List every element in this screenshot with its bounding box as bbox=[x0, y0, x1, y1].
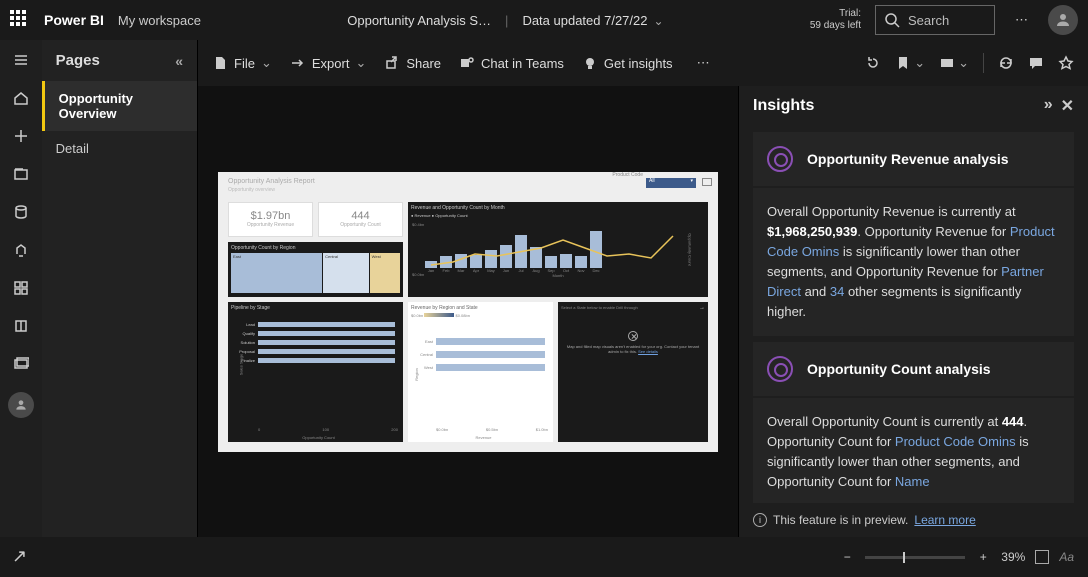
trial-status: Trial: 59 days left bbox=[810, 8, 861, 32]
person-icon bbox=[14, 398, 28, 412]
pages-pane: Pages « Opportunity Overview Detail bbox=[42, 40, 198, 537]
learn-icon[interactable] bbox=[11, 316, 31, 336]
report-subtitle: Opportunity overview bbox=[228, 187, 275, 193]
page-item-overview[interactable]: Opportunity Overview bbox=[42, 81, 197, 131]
bookmark-icon[interactable] bbox=[895, 55, 911, 71]
info-icon: i bbox=[753, 513, 767, 527]
filter-label: Product Code bbox=[612, 172, 643, 178]
data-updated-dropdown[interactable]: Data updated 7/27/22 bbox=[522, 13, 663, 28]
search-input[interactable]: Search bbox=[875, 5, 995, 35]
browse-icon[interactable] bbox=[11, 164, 31, 184]
view-icon[interactable] bbox=[939, 55, 955, 71]
zoom-in-button[interactable]: + bbox=[975, 550, 991, 564]
learn-more-link[interactable]: Learn more bbox=[914, 513, 975, 527]
collapse-pane-icon[interactable]: « bbox=[175, 53, 183, 69]
report-title-text: Opportunity Analysis Report bbox=[228, 178, 315, 185]
get-insights-button[interactable]: Get insights bbox=[582, 55, 673, 71]
expand-nav-icon[interactable]: ↗ bbox=[12, 546, 27, 567]
separator: | bbox=[505, 13, 508, 28]
insight-card-header[interactable]: Opportunity Count analysis bbox=[753, 342, 1074, 396]
favorite-icon[interactable] bbox=[1058, 55, 1074, 71]
count-card[interactable]: 444 Opportunity Count bbox=[318, 202, 403, 237]
apps-icon[interactable] bbox=[11, 278, 31, 298]
see-details-link[interactable]: See details bbox=[638, 349, 658, 354]
comment-visual-icon[interactable] bbox=[702, 178, 712, 186]
zoom-level: 39% bbox=[1001, 550, 1025, 564]
workspace-link[interactable]: My workspace bbox=[118, 13, 201, 28]
arrow-right-icon: → bbox=[699, 305, 705, 311]
pages-title: Pages bbox=[56, 52, 100, 69]
search-placeholder: Search bbox=[908, 13, 949, 28]
target-icon bbox=[767, 356, 793, 382]
export-menu[interactable]: Export⌄ bbox=[290, 55, 366, 71]
user-avatar[interactable] bbox=[1048, 5, 1078, 35]
file-icon bbox=[212, 55, 228, 71]
teams-icon bbox=[459, 55, 475, 71]
refresh-icon[interactable] bbox=[998, 55, 1014, 71]
export-icon bbox=[290, 55, 306, 71]
report-toolbar: File⌄ Export⌄ Share Chat in Teams Get in… bbox=[198, 40, 1088, 86]
create-icon[interactable] bbox=[11, 126, 31, 146]
close-insights-icon[interactable]: ✕ bbox=[1061, 96, 1074, 116]
reset-icon[interactable] bbox=[865, 55, 881, 71]
data-hub-icon[interactable] bbox=[11, 202, 31, 222]
status-bar: − + 39% Aa bbox=[0, 537, 1088, 577]
collapse-insights-icon[interactable]: » bbox=[1044, 96, 1053, 116]
product-code-slicer[interactable]: All▾ bbox=[646, 178, 696, 188]
insights-title: Insights bbox=[753, 97, 814, 115]
search-icon bbox=[884, 12, 900, 28]
preview-text: This feature is in preview. bbox=[773, 513, 908, 527]
workspaces-icon[interactable] bbox=[11, 354, 31, 374]
lightbulb-icon bbox=[582, 55, 598, 71]
insight-link[interactable]: 34 bbox=[830, 284, 844, 299]
bookmark-dropdown[interactable]: ⌄ bbox=[914, 55, 925, 71]
fit-to-page-button[interactable] bbox=[1035, 550, 1049, 564]
zoom-out-button[interactable]: − bbox=[839, 550, 855, 564]
pipeline-visual[interactable]: Pipeline by Stage Sales Stage Lead Quali… bbox=[228, 302, 403, 442]
insight-card-header[interactable]: Opportunity Revenue analysis bbox=[753, 132, 1074, 186]
brand-label: Power BI bbox=[44, 12, 104, 28]
app-launcher-icon[interactable] bbox=[10, 10, 30, 30]
nav-rail bbox=[0, 40, 42, 537]
region-revenue-visual[interactable]: Revenue by Region and State $0.0bn $0.08… bbox=[408, 302, 553, 442]
toolbar-more-button[interactable]: ⋯ bbox=[691, 55, 716, 71]
person-icon bbox=[1054, 11, 1072, 29]
zoom-slider[interactable] bbox=[865, 556, 965, 559]
home-icon[interactable] bbox=[11, 88, 31, 108]
revenue-card[interactable]: $1.97bn Opportunity Revenue bbox=[228, 202, 313, 237]
monthly-chart-visual[interactable]: Revenue and Opportunity Count by Month ●… bbox=[408, 202, 708, 297]
accessibility-icon[interactable]: Aa bbox=[1059, 550, 1074, 564]
menu-icon[interactable] bbox=[11, 50, 31, 70]
view-dropdown[interactable]: ⌄ bbox=[958, 55, 969, 71]
more-options-button[interactable]: ⋯ bbox=[1009, 12, 1034, 28]
insight-link[interactable]: Product Code Omins bbox=[895, 434, 1016, 449]
map-visual[interactable]: Select a State below to enable Drill thr… bbox=[558, 302, 708, 442]
chat-teams-button[interactable]: Chat in Teams bbox=[459, 55, 564, 71]
insight-link[interactable]: Name bbox=[895, 474, 930, 489]
report-canvas: Opportunity Analysis Report Opportunity … bbox=[218, 172, 718, 452]
target-icon bbox=[767, 146, 793, 172]
treemap-visual[interactable]: Opportunity Count by Region East Central… bbox=[228, 242, 403, 297]
insight-card-body: Overall Opportunity Count is currently a… bbox=[753, 398, 1074, 503]
insights-pane: Insights » ✕ Opportunity Revenue analysi… bbox=[738, 86, 1088, 537]
share-button[interactable]: Share bbox=[384, 55, 441, 71]
page-item-detail[interactable]: Detail bbox=[42, 131, 197, 166]
report-canvas-area[interactable]: Opportunity Analysis Report Opportunity … bbox=[198, 86, 738, 537]
error-icon bbox=[628, 331, 638, 341]
report-title[interactable]: Opportunity Analysis S… bbox=[347, 13, 491, 28]
insight-card-body: Overall Opportunity Revenue is currently… bbox=[753, 188, 1074, 336]
comment-icon[interactable] bbox=[1028, 55, 1044, 71]
metrics-icon[interactable] bbox=[11, 240, 31, 260]
share-icon bbox=[384, 55, 400, 71]
my-workspace-icon[interactable] bbox=[8, 392, 34, 418]
file-menu[interactable]: File⌄ bbox=[212, 55, 272, 71]
